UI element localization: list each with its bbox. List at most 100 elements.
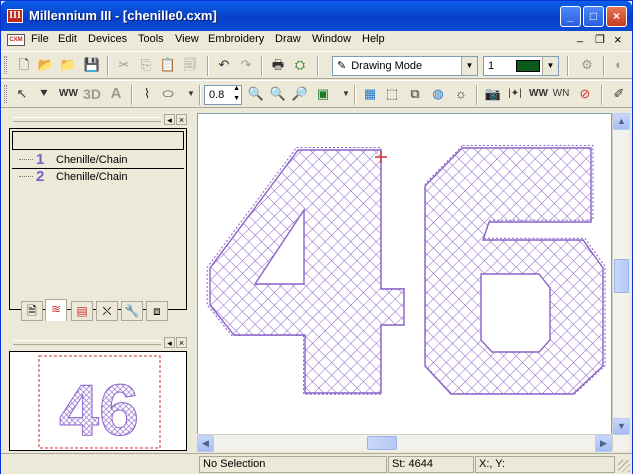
select-arrow-icon[interactable]: ↖ bbox=[13, 85, 31, 103]
chevron-down-icon[interactable]: ▼ bbox=[542, 57, 558, 75]
ellipse-icon[interactable]: ⬭ bbox=[159, 85, 177, 103]
scroll-down-button[interactable]: ▼ bbox=[613, 418, 630, 435]
color-select[interactable]: 1 ▼ bbox=[483, 56, 559, 76]
save-icon[interactable]: 💾 bbox=[83, 56, 101, 74]
menu-view[interactable]: View bbox=[175, 33, 199, 45]
chevron-down-icon[interactable]: ▼ bbox=[337, 85, 355, 103]
snap-icon[interactable]: ⬚ bbox=[383, 85, 401, 103]
cut-icon[interactable]: ✂ bbox=[115, 56, 133, 74]
open-folder-icon[interactable]: 📂 bbox=[37, 56, 55, 74]
sun-icon[interactable]: ☼ bbox=[452, 85, 470, 103]
sew-icon[interactable]: ⛭ bbox=[291, 56, 309, 74]
design-canvas[interactable] bbox=[197, 113, 612, 436]
fit-view-icon[interactable]: ▣ bbox=[314, 85, 332, 103]
drawing-toolbar: ↖ ⯆ WW 3D A ⌇ ⬭ ▼ 0.8 ▲ ▼ 🔍 🔍 🔎 ▣ ▼ ▦ ⬚ ⧉… bbox=[1, 80, 632, 108]
open-recent-icon[interactable]: 📁 bbox=[59, 56, 77, 74]
lettering-icon[interactable]: A bbox=[107, 85, 125, 103]
undo-icon[interactable]: ↶ bbox=[215, 56, 233, 74]
horizontal-scrollbar[interactable]: ◀ ▶ bbox=[197, 434, 612, 452]
grid-icon[interactable]: ▦ bbox=[361, 85, 379, 103]
paste-icon[interactable]: 📋 bbox=[159, 56, 177, 74]
close-button[interactable]: × bbox=[606, 6, 627, 27]
chevron-down-icon[interactable]: ▼ bbox=[461, 57, 477, 75]
new-file-icon[interactable]: 🗋 bbox=[15, 56, 33, 74]
list-header[interactable] bbox=[12, 131, 184, 150]
preview-thumbnail: 46 bbox=[38, 355, 161, 452]
stitch-tools-icon[interactable]: |✦| bbox=[506, 85, 524, 103]
tab-stitch-list[interactable]: ≋ bbox=[45, 299, 67, 321]
toolbar-grip[interactable] bbox=[4, 85, 7, 103]
trace-icon[interactable]: ◐ bbox=[610, 56, 628, 74]
line-width-stepper[interactable]: 0.8 ▲ ▼ bbox=[204, 85, 242, 105]
3d-icon[interactable]: 3D bbox=[83, 85, 101, 103]
document-icon[interactable]: CXM bbox=[7, 34, 25, 46]
delete-icon[interactable]: 🗐 bbox=[181, 56, 199, 74]
menu-devices[interactable]: Devices bbox=[88, 33, 127, 45]
tab-sequence[interactable]: ⛌ bbox=[96, 301, 118, 321]
tab-tools[interactable]: 🔧 bbox=[121, 301, 143, 321]
menu-edit[interactable]: Edit bbox=[58, 33, 77, 45]
zoom-out-icon[interactable]: 🔍 bbox=[269, 85, 287, 103]
machine-icon[interactable]: ⚙ bbox=[578, 56, 596, 74]
mdi-close-button[interactable]: × bbox=[614, 32, 622, 47]
panel-pin-button[interactable]: ◂ bbox=[164, 114, 175, 125]
zoom-in-icon[interactable]: 🔍 bbox=[247, 85, 265, 103]
toolbar-separator bbox=[317, 56, 319, 76]
list-item[interactable]: 2 Chenille/Chain bbox=[12, 169, 184, 185]
app-icon[interactable]: III bbox=[7, 9, 23, 23]
menu-embroidery[interactable]: Embroidery bbox=[208, 33, 264, 45]
freehand-icon[interactable]: ⌇ bbox=[138, 85, 156, 103]
transform-icon[interactable]: ⧉ bbox=[406, 85, 424, 103]
chevron-down-icon[interactable]: ▼ bbox=[182, 85, 200, 103]
stitch-icon[interactable]: WW bbox=[59, 85, 78, 103]
maximize-button[interactable]: □ bbox=[583, 6, 604, 27]
pencil-icon: ✎ bbox=[337, 60, 347, 72]
camera-icon[interactable]: 📷 bbox=[484, 85, 502, 103]
menu-draw[interactable]: Draw bbox=[275, 33, 301, 45]
panel-pin-button[interactable]: ◂ bbox=[164, 337, 175, 348]
toolbar-separator bbox=[601, 85, 603, 105]
stop-icon[interactable]: ⊘ bbox=[576, 85, 594, 103]
tab-properties[interactable]: 🗎 bbox=[21, 301, 43, 321]
vertical-scrollbar[interactable]: ▲ ▼ bbox=[612, 113, 630, 451]
vertical-scroll-thumb[interactable] bbox=[614, 259, 629, 293]
resize-grip-icon[interactable] bbox=[618, 460, 630, 472]
object-list[interactable]: 1 Chenille/Chain 2 Chenille/Chain bbox=[9, 128, 187, 310]
stitch-edit-icon[interactable]: WN bbox=[552, 85, 570, 103]
menu-file[interactable]: File bbox=[31, 33, 49, 45]
spin-arrows-icon[interactable]: ▲ ▼ bbox=[233, 86, 240, 104]
object-label: Chenille/Chain bbox=[56, 171, 128, 183]
digit-six[interactable] bbox=[424, 144, 606, 395]
design-preview[interactable]: 46 bbox=[9, 351, 187, 452]
redo-icon[interactable]: ↷ bbox=[237, 56, 255, 74]
tab-layers[interactable]: ⧈ bbox=[146, 301, 168, 321]
horizontal-scroll-thumb[interactable] bbox=[367, 436, 397, 450]
mdi-minimize-button[interactable]: _ bbox=[577, 31, 583, 43]
menu-window[interactable]: Window bbox=[312, 33, 351, 45]
panel-close-button[interactable]: × bbox=[176, 114, 187, 125]
toolbar-separator bbox=[603, 56, 605, 76]
scroll-right-button[interactable]: ▶ bbox=[595, 435, 612, 452]
object-label: Chenille/Chain bbox=[56, 154, 128, 166]
tab-colors[interactable]: ▤ bbox=[71, 301, 93, 321]
toolbar-grip[interactable] bbox=[4, 56, 7, 74]
zoom-area-icon[interactable]: 🔎 bbox=[291, 85, 309, 103]
panel-grip[interactable] bbox=[13, 117, 161, 122]
menu-help[interactable]: Help bbox=[362, 33, 385, 45]
mdi-restore-button[interactable]: ❐ bbox=[595, 33, 605, 46]
menu-tools[interactable]: Tools bbox=[138, 33, 164, 45]
digit-four[interactable] bbox=[206, 147, 405, 395]
minimize-button[interactable]: _ bbox=[560, 6, 581, 27]
list-item[interactable]: 1 Chenille/Chain bbox=[12, 152, 184, 168]
panel-grip[interactable] bbox=[13, 340, 161, 345]
print-icon[interactable]: 🖶 bbox=[269, 56, 287, 74]
scroll-left-button[interactable]: ◀ bbox=[197, 435, 214, 452]
scroll-up-button[interactable]: ▲ bbox=[613, 113, 630, 130]
mode-select[interactable]: ✎ Drawing Mode ▼ bbox=[332, 56, 478, 76]
view-stitches-icon[interactable]: ◍ bbox=[429, 85, 447, 103]
panel-close-button[interactable]: × bbox=[176, 337, 187, 348]
running-stitch-icon[interactable]: WW bbox=[529, 85, 548, 103]
copy-icon[interactable]: ⎘ bbox=[137, 56, 155, 74]
edit-points-icon[interactable]: ⯆ bbox=[35, 85, 53, 103]
pen-icon[interactable]: ✐ bbox=[610, 85, 628, 103]
